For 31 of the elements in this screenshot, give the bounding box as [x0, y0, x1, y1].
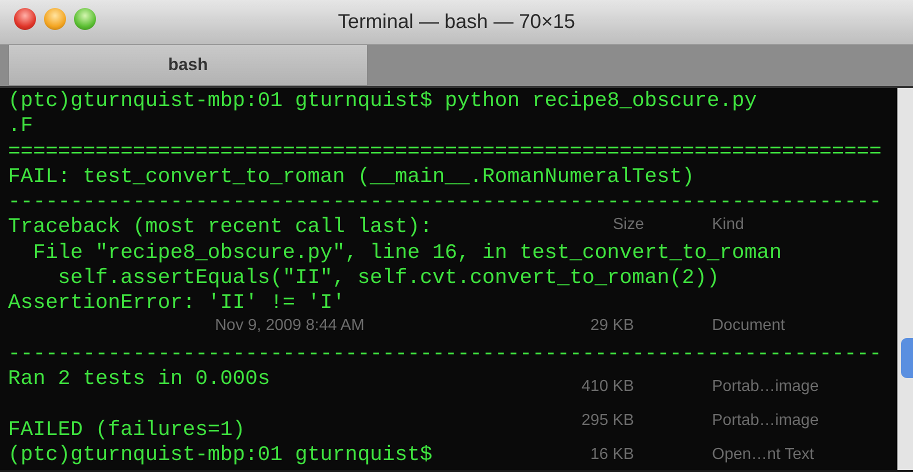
file-text: Nov 9, 2009 8:44 AM [215, 318, 364, 334]
file-text: Portab…image [712, 413, 819, 429]
terminal-line: FAIL: test_convert_to_roman (__main__.RomanNumeralTest) [8, 164, 694, 190]
terminal-line: File "recipe8_obscure.py", line 16, in test_convert_to_roman [32, 240, 782, 266]
file-text: Document [712, 318, 785, 334]
file-size: Size [612, 217, 644, 233]
terminal-line: ---------------------------------------------------------------------- [8, 342, 882, 368]
file-size: 295 KB [582, 413, 634, 429]
close-button[interactable] [14, 8, 36, 30]
terminal-line: FAILED (failures=1) [8, 418, 246, 444]
window-title: Terminal — bash — 70×15 [338, 11, 576, 33]
file-size: 410 KB [582, 379, 634, 395]
terminal-line: AssertionError: 'II' != 'I' [8, 291, 345, 317]
terminal-line: .F [8, 114, 33, 140]
file-size: 29 KB [590, 318, 634, 334]
file-size: 16 KB [590, 447, 634, 463]
minimize-button[interactable] [44, 8, 66, 30]
terminal-line: self.assertEquals("II", self.cvt.convert_to_roman(2)) [56, 266, 720, 292]
terminal-line: ---------------------------------------------------------------------- [8, 190, 882, 216]
scroll-thumb[interactable] [901, 338, 913, 378]
file-text: Open…nt Text [712, 447, 814, 463]
terminal-line: (ptc)gturnquist-mbp:01 gturnquist$ python recipe8_obscure.py [8, 89, 757, 114]
file-text: Portab…image [712, 379, 819, 395]
terminal-line: Traceback (most recent call last): [8, 215, 432, 241]
zoom-button[interactable] [74, 8, 96, 30]
terminal-line: (ptc)gturnquist-mbp:01 gturnquist$ [8, 443, 432, 468]
file-text: Kind [712, 217, 744, 233]
terminal-line: Ran 2 tests in 0.000s [8, 367, 270, 393]
terminal-line: ====================================================================== [8, 140, 882, 165]
scrollbar[interactable] [897, 88, 913, 470]
tab[interactable]: bash [8, 45, 368, 86]
